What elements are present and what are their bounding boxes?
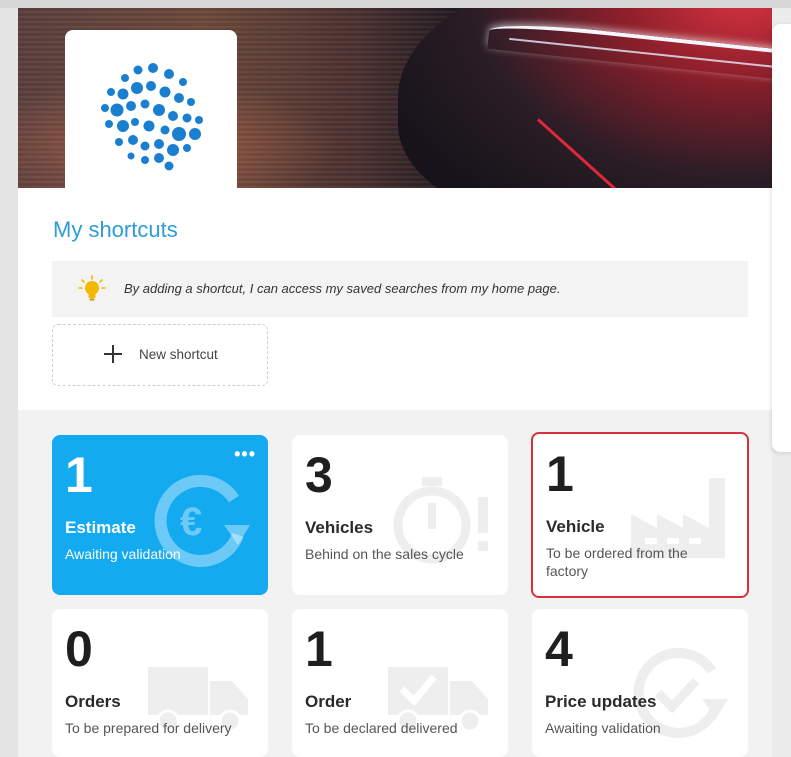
tile-subtitle: To be declared delivered [305,720,458,736]
new-shortcut-label: New shortcut [139,347,218,362]
new-shortcut-button[interactable]: New shortcut [52,324,268,386]
tip-text: By adding a shortcut, I can access my sa… [124,281,561,296]
more-options-icon[interactable]: ••• [234,445,256,463]
tile-subtitle: Awaiting validation [545,720,661,736]
lightbulb-icon [78,275,106,301]
tile-title: Orders [65,692,121,711]
home-panel: My shortcuts By adding a shortcut, I can… [18,8,772,757]
tile-order-to-deliver[interactable]: 1 Order To be declared delivered [292,609,508,757]
left-gutter [0,8,18,757]
tile-subtitle: To be ordered from the factory [546,545,688,579]
tile-title: Estimate [65,518,136,537]
tile-count: 1 [546,446,574,502]
window-top-bar [0,0,791,8]
logo-dots-icon [101,63,203,171]
tip-banner: By adding a shortcut, I can access my sa… [52,261,748,317]
tile-count: 3 [305,447,333,503]
tile-title: Vehicles [305,518,374,537]
tile-subtitle: Awaiting validation [65,546,181,562]
tile-title: Price updates [545,692,657,711]
tile-subtitle: Behind on the sales cycle [305,546,464,562]
tile-price-updates[interactable]: 4 Price updates Awaiting validation [532,609,748,757]
company-logo [65,30,237,194]
plus-icon [104,345,122,363]
tile-count: 1 [65,447,93,503]
tile-estimate[interactable]: € ••• 1 Estimate Awaiting validation [52,435,268,595]
dashboard-tiles: € ••• 1 Estimate Awaiting validation 3 V… [18,410,772,757]
section-title: My shortcuts [53,217,178,242]
tile-vehicles-behind[interactable]: 3 Vehicles Behind on the sales cycle [292,435,508,595]
side-card [772,24,791,452]
svg-text:€: € [180,500,202,544]
tile-subtitle: To be prepared for delivery [65,720,232,736]
tile-count: 1 [305,621,333,677]
tile-orders-to-prepare[interactable]: 0 Orders To be prepared for delivery [52,609,268,757]
tile-vehicle-to-order[interactable]: 1 Vehicle To be ordered from the factory [531,432,749,598]
tile-title: Vehicle [546,517,605,536]
tile-count: 4 [545,621,573,677]
tile-count: 0 [65,621,93,677]
tile-title: Order [305,692,352,711]
